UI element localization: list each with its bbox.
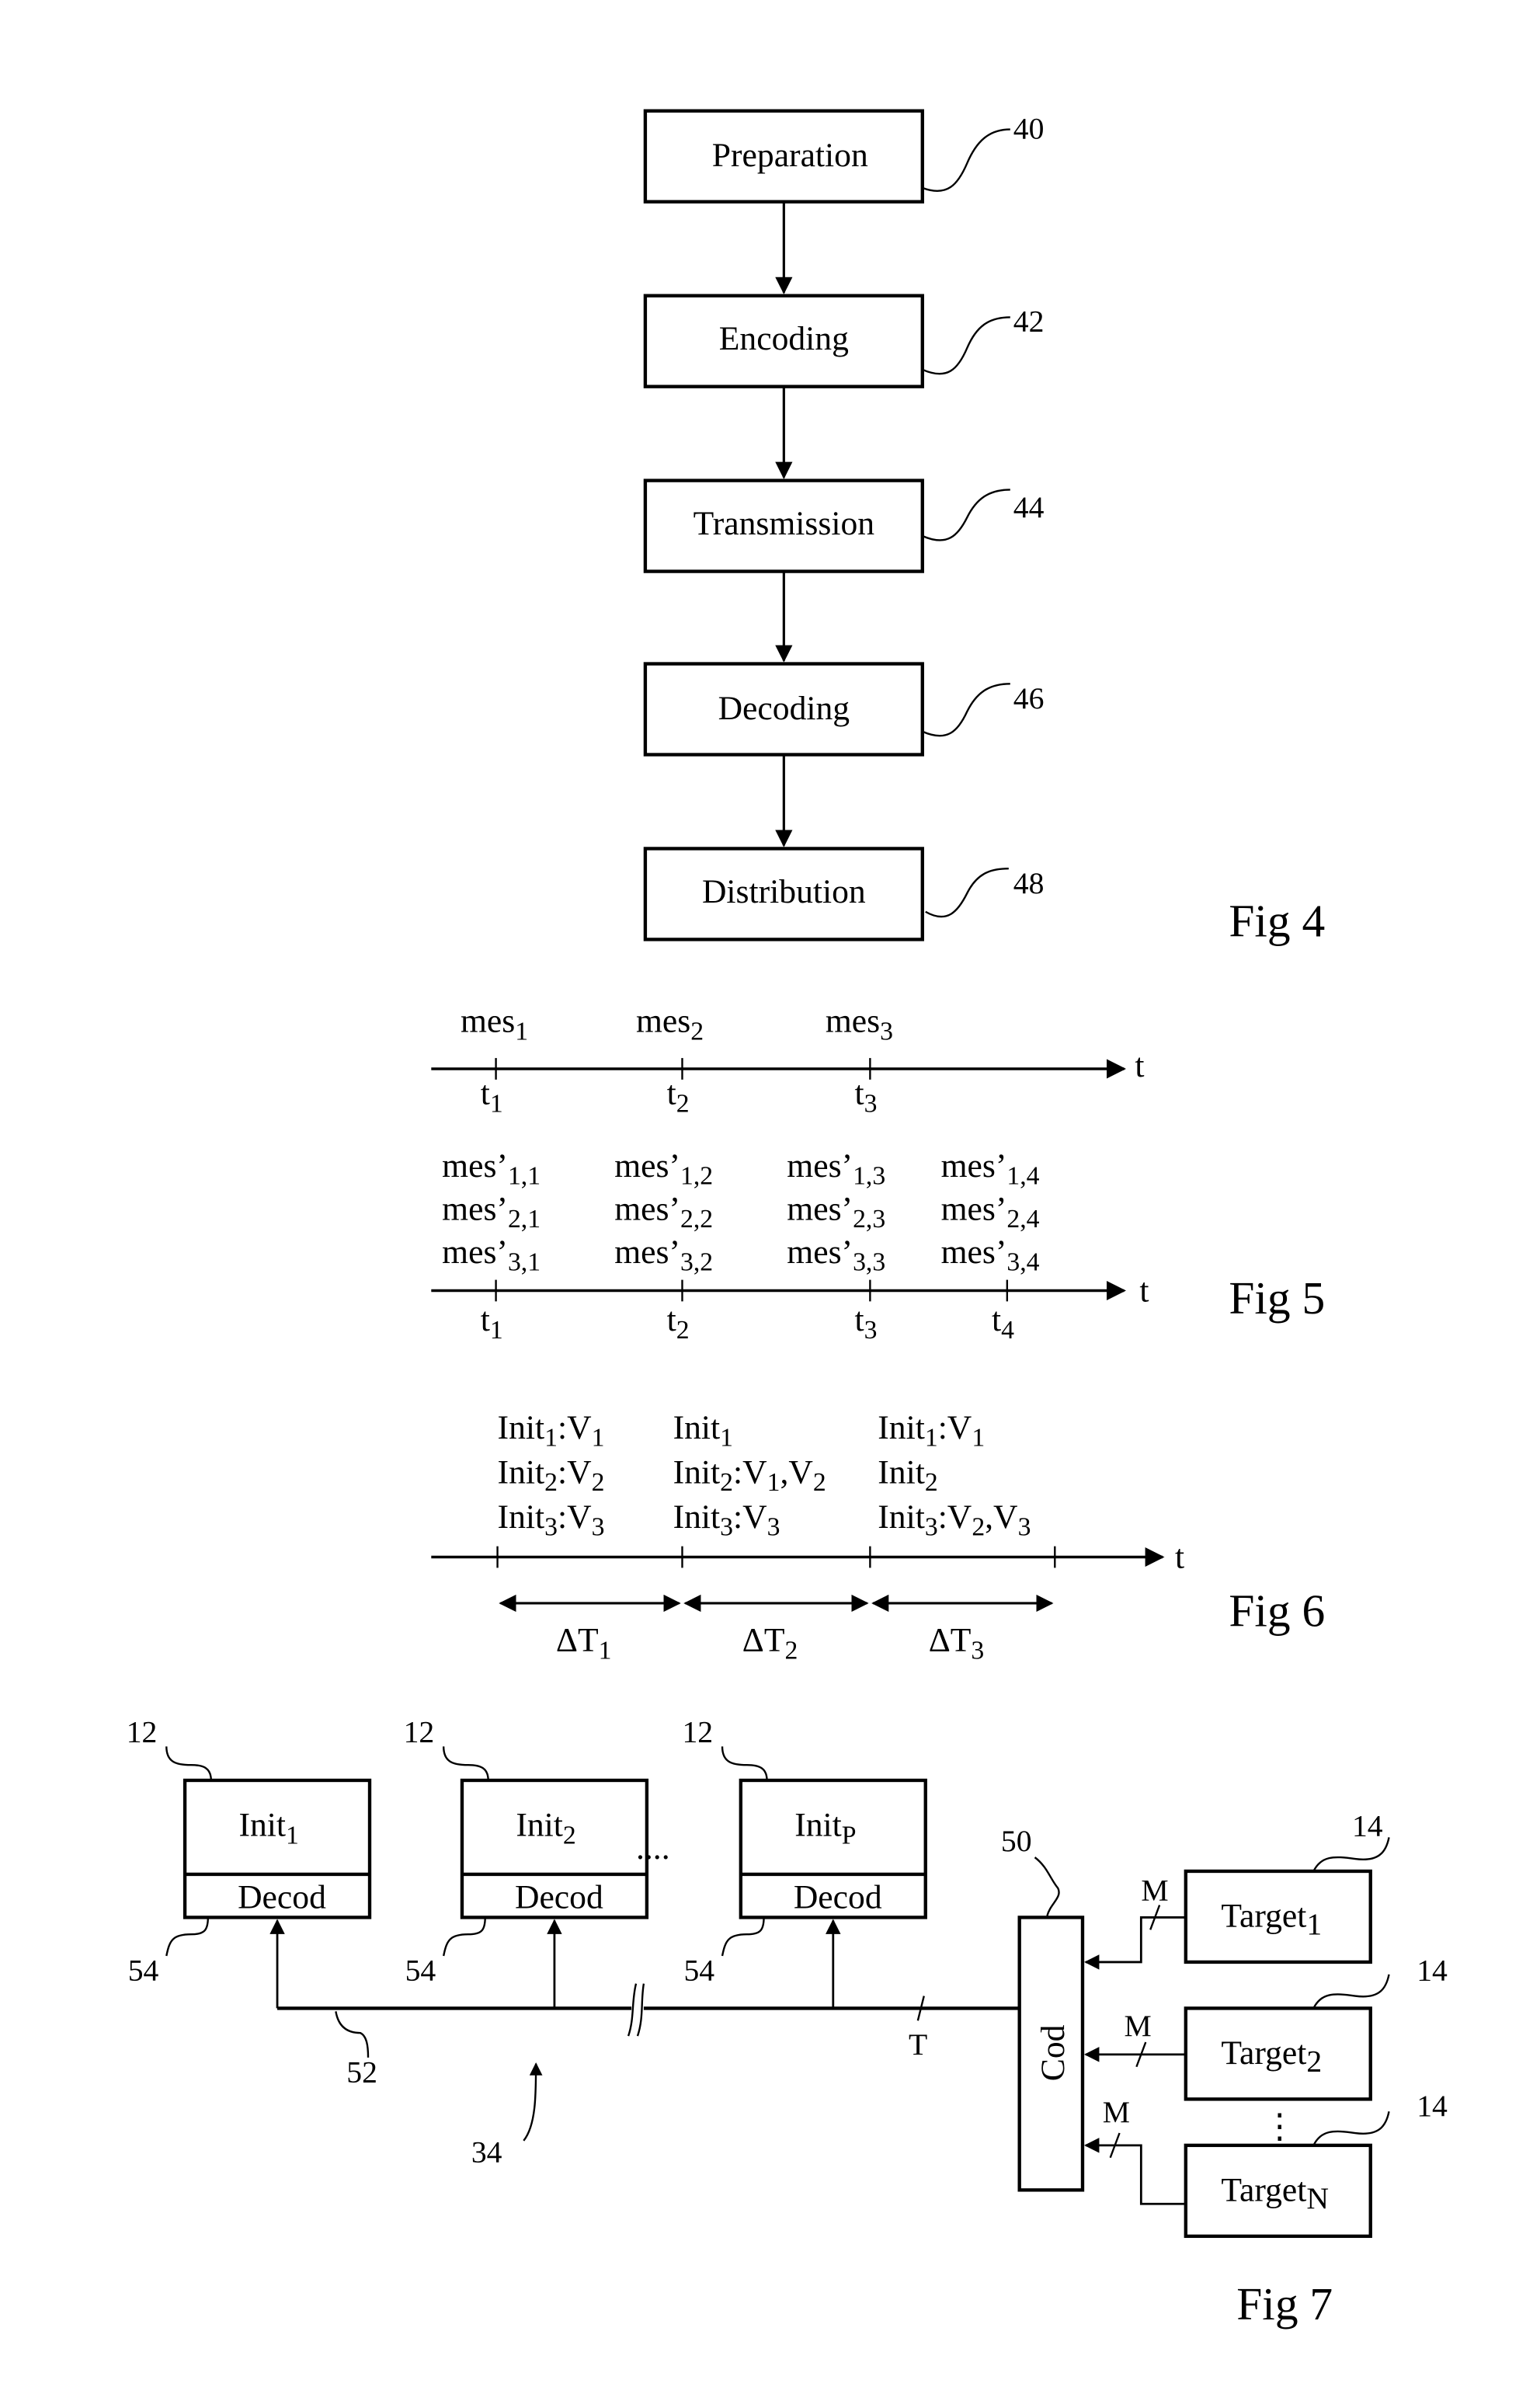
reference-numeral: 14 [1417, 2089, 1448, 2123]
link-label: M [1125, 2009, 1152, 2043]
initiator-state-label: Init1 [673, 1409, 733, 1453]
reference-numeral: 44 [1013, 490, 1045, 524]
initiator-state-label: Init2:V1,V2 [673, 1453, 826, 1497]
derived-message-label: mes’1,4 [941, 1147, 1040, 1191]
tick-label: t4 [992, 1301, 1014, 1345]
initiator-block: Init2Decod1254 [404, 1714, 649, 2009]
interval-label: ΔT3 [929, 1621, 985, 1665]
derived-message-label: mes’3,3 [787, 1234, 885, 1277]
ellipsis: .... [636, 1829, 670, 1867]
fig5-timelines: t t1 t2 t3 mes1 mes2 mes3 t t1 t2 t3 t4 mes’1,1… [431, 1002, 1325, 1345]
initiator-state-label: Init2 [878, 1453, 937, 1497]
reference-numeral: 54 [405, 1954, 436, 1988]
reference-numeral: 12 [404, 1714, 435, 1749]
decoder-label: Decod [794, 1879, 882, 1916]
flow-step-preparation: Preparation 40 [643, 109, 1045, 204]
step-label: Preparation [712, 137, 868, 174]
figure-caption: Fig 7 [1236, 2278, 1333, 2330]
step-label: Decoding [718, 690, 850, 727]
fig6-timeline: t Init1:V1Init2:V2Init3:V3Init1Init2:V1,… [431, 1409, 1325, 1665]
target-to-coder-arrow [1084, 2138, 1186, 2205]
initiator-block: Init1Decod1254 [127, 1714, 372, 2009]
figure-caption: Fig 6 [1229, 1585, 1325, 1637]
tick-label: t2 [667, 1301, 690, 1345]
derived-message-label: mes’1,3 [787, 1147, 885, 1191]
initiator-state-label: Init1:V1 [878, 1409, 985, 1453]
fig4-flowchart: Preparation 40 Encoding 42 Transmission … [643, 109, 1325, 946]
leader-line [1034, 1856, 1060, 1916]
decoder-label: Decod [515, 1879, 603, 1916]
reference-numeral: 50 [1001, 1824, 1032, 1858]
reference-numeral: 52 [346, 2055, 377, 2090]
derived-message-label: mes’2,4 [941, 1190, 1040, 1234]
tick-label: t3 [855, 1301, 878, 1345]
reference-numeral: 54 [683, 1954, 714, 1988]
flow-step-encoding: Encoding 42 [643, 294, 1045, 388]
target-block: Target2M14 [1084, 1954, 1448, 2101]
flow-step-distribution: Distribution 48 [643, 847, 1045, 941]
step-label: Encoding [719, 320, 849, 357]
reference-numeral: 48 [1013, 866, 1045, 900]
message-label: mes2 [636, 1002, 704, 1046]
fig7-system-diagram: Init1Decod1254Init2Decod1254InitPDecod12… [127, 1714, 1448, 2330]
derived-message-label: mes’3,1 [442, 1234, 541, 1277]
reference-numeral: 12 [127, 1714, 158, 1749]
coder-label: Cod [1034, 2024, 1072, 2081]
axis-label: t [1139, 1272, 1149, 1309]
reference-numeral: 14 [1352, 1808, 1383, 1843]
target-ellipsis: ⋮ [1263, 2108, 1297, 2145]
step-label: Transmission [694, 505, 875, 542]
reference-numeral: 42 [1013, 304, 1045, 338]
derived-message-label: mes’2,2 [614, 1190, 713, 1234]
reference-numeral: 14 [1417, 1954, 1448, 1988]
patent-figure-sheet: Preparation 40 Encoding 42 Transmission … [127, 109, 1448, 2330]
bus-label: T [909, 2027, 927, 2062]
derived-message-label: mes’2,1 [442, 1190, 541, 1234]
reference-numeral: 54 [128, 1954, 159, 1988]
target-block: Target1M14 [1084, 1808, 1390, 1970]
decoder-label: Decod [238, 1879, 326, 1916]
derived-message-label: mes’3,2 [614, 1234, 713, 1277]
tick-label: t1 [481, 1075, 503, 1119]
reference-numeral: 40 [1013, 111, 1045, 145]
initiator-state-label: Init2:V2 [498, 1453, 605, 1497]
tick-label: t2 [667, 1075, 690, 1119]
initiator-state-label: Init3:V2,V3 [878, 1498, 1031, 1542]
axis-label: t [1175, 1538, 1184, 1575]
network-pointer-arrow [523, 2062, 543, 2142]
initiator-state-label: Init1:V1 [498, 1409, 605, 1453]
target-to-coder-arrow [1084, 1916, 1186, 1970]
interval-label: ΔT1 [556, 1621, 612, 1665]
tick-label: t3 [855, 1075, 878, 1119]
derived-message-label: mes’3,4 [941, 1234, 1040, 1277]
flow-step-decoding: Decoding 46 [643, 662, 1045, 757]
reference-numeral: 46 [1013, 681, 1045, 715]
interval-label: ΔT2 [742, 1621, 798, 1665]
figure-caption: Fig 5 [1229, 1272, 1325, 1324]
reference-numeral: 34 [471, 2135, 502, 2170]
axis-label: t [1135, 1047, 1144, 1084]
flow-step-transmission: Transmission 44 [643, 478, 1045, 573]
derived-message-label: mes’1,1 [442, 1147, 541, 1191]
reference-numeral: 12 [682, 1714, 713, 1749]
link-label: M [1141, 1874, 1168, 1908]
figure-caption: Fig 4 [1229, 895, 1325, 946]
initiator-state-label: Init3:V3 [498, 1498, 605, 1542]
derived-message-label: mes’2,3 [787, 1190, 885, 1234]
message-label: mes1 [461, 1002, 528, 1046]
link-label: M [1103, 2095, 1130, 2129]
derived-message-label: mes’1,2 [614, 1147, 713, 1191]
initiator-state-label: Init3:V3 [673, 1498, 780, 1542]
leader-line [335, 2011, 370, 2058]
step-label: Distribution [702, 873, 866, 910]
message-label: mes3 [826, 1002, 893, 1046]
tick-label: t1 [481, 1301, 503, 1345]
initiator-block: InitPDecod1254 [682, 1714, 927, 2009]
